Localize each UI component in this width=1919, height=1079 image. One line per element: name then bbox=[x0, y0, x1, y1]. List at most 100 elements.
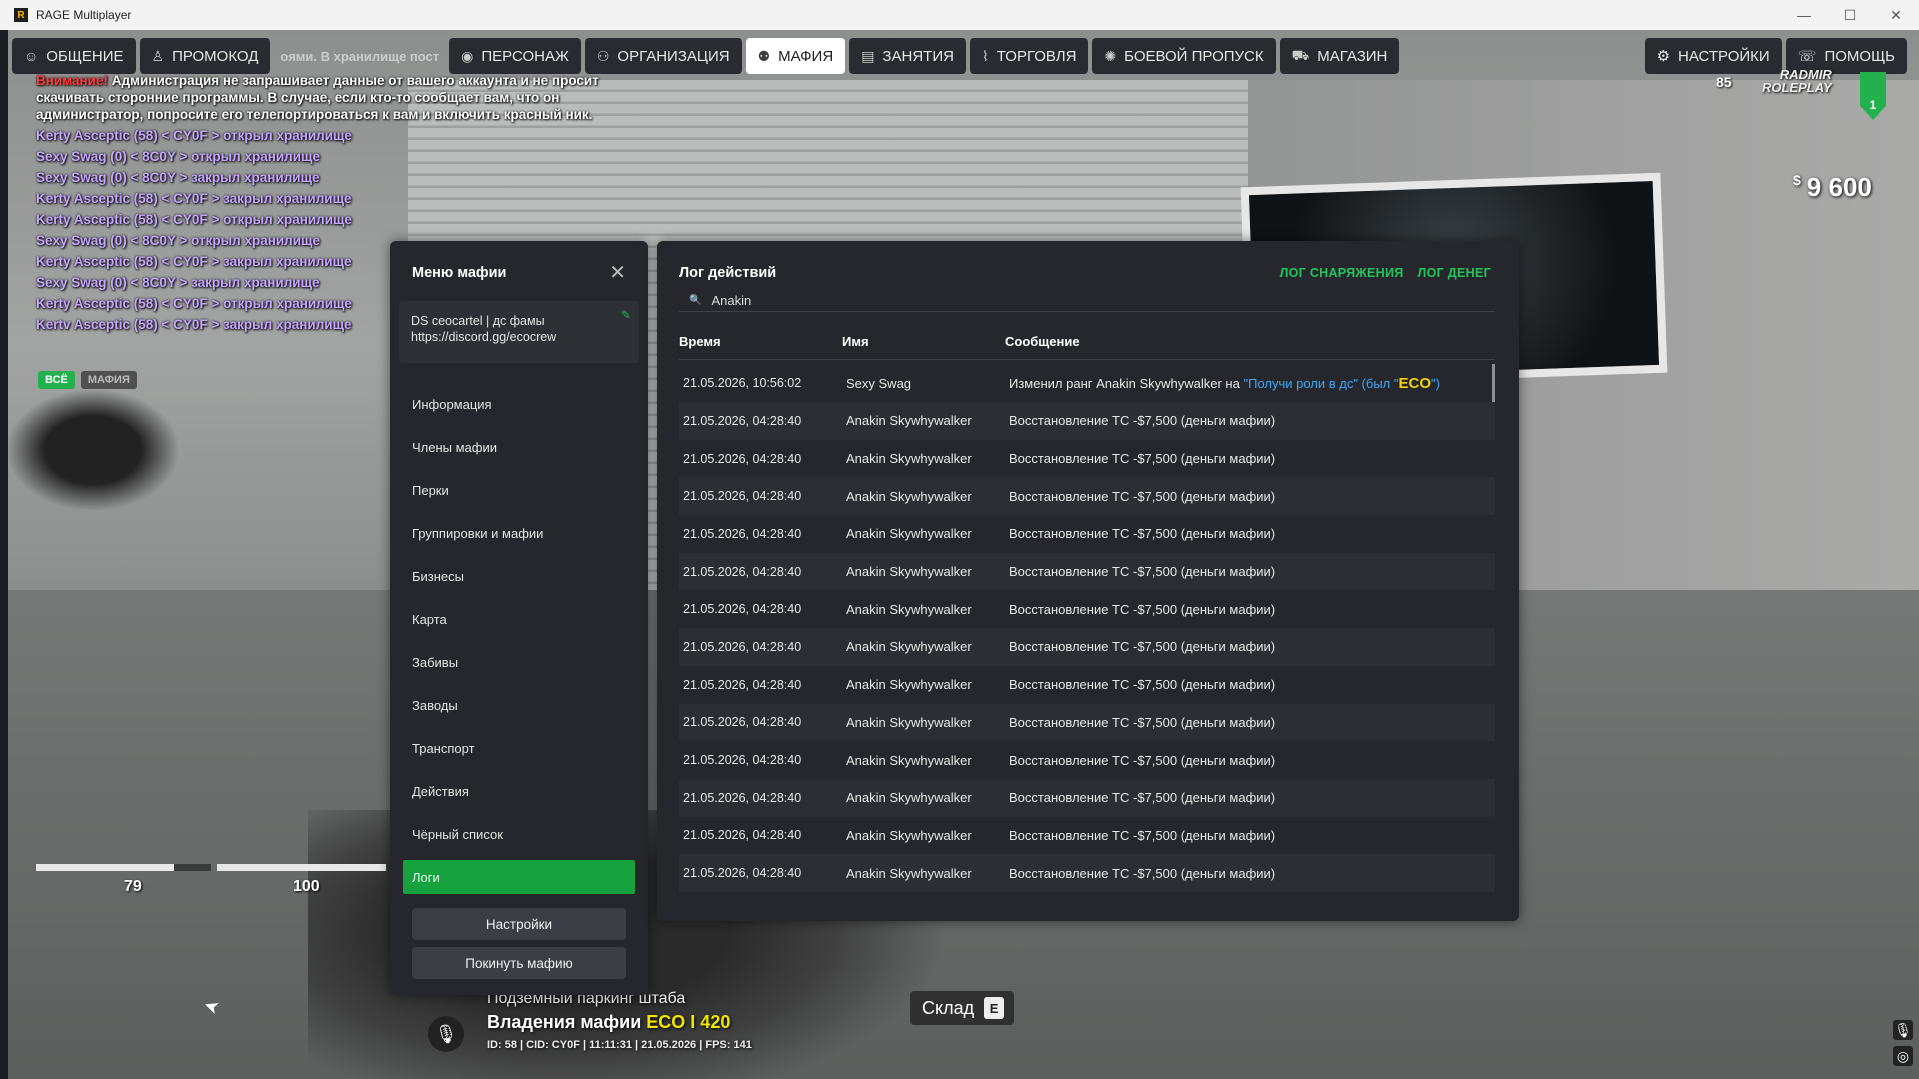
nav-activities[interactable]: ▤ ЗАНЯТИЯ bbox=[849, 38, 966, 74]
search-icon: 🔍 bbox=[689, 295, 702, 306]
money-log-link[interactable]: ЛОГ ДЕНЕГ bbox=[1418, 266, 1491, 280]
mafia-menu-panel: Меню мафии ✕ DS ceocartel | дс фамы http… bbox=[390, 241, 648, 995]
row-message: Восстановление ТС -$7,500 (деньги мафии) bbox=[1009, 714, 1276, 730]
log-table-body: 21.05.2026, 10:56:02 Sexy Swag Изменил р… bbox=[679, 364, 1495, 892]
menu-item-info[interactable]: Информация bbox=[390, 383, 648, 426]
row-message: Восстановление ТС -$7,500 (деньги мафии) bbox=[1009, 639, 1276, 655]
location-info: Подземный паркинг штаба Владения мафии E… bbox=[487, 990, 752, 1051]
chat-overlay-hint: оями. В хранилище пост bbox=[274, 38, 445, 74]
leave-mafia-button[interactable]: Покинуть мафию bbox=[412, 947, 626, 979]
money-display: $9 600 bbox=[1793, 172, 1872, 203]
menu-item-actions[interactable]: Действия bbox=[390, 770, 648, 813]
search-input[interactable] bbox=[711, 293, 1312, 308]
row-name: Anakin Skywhywalker bbox=[846, 639, 972, 655]
nav-label: ЗАНЯТИЯ bbox=[882, 47, 954, 65]
row-name: Anakin Skywhywalker bbox=[846, 601, 972, 617]
menu-item-businesses[interactable]: Бизнесы bbox=[390, 555, 648, 598]
chat-tab-all[interactable]: ВСЁ bbox=[38, 371, 75, 389]
warning-text: Администрация не запрашивает данные от в… bbox=[36, 73, 599, 122]
menu-item-perks[interactable]: Перки bbox=[390, 469, 648, 512]
menu-item-map[interactable]: Карта bbox=[390, 598, 648, 641]
row-time: 21.05.2026, 04:28:40 bbox=[683, 489, 802, 504]
row-message: Восстановление ТС -$7,500 (деньги мафии) bbox=[1009, 488, 1276, 504]
table-row: 21.05.2026, 04:28:40 Anakin Skywhywalker В… bbox=[679, 402, 1495, 440]
menu-item-blacklist[interactable]: Чёрный список bbox=[390, 813, 648, 856]
mafia-settings-button[interactable]: Настройки bbox=[412, 908, 626, 940]
nav-label: ПЕРСОНАЖ bbox=[481, 47, 569, 65]
voice-icon[interactable]: 🎙 bbox=[1893, 1020, 1913, 1040]
microphone-icon[interactable]: 🎙 bbox=[428, 1016, 464, 1052]
equipment-log-link[interactable]: ЛОГ СНАРЯЖЕНИЯ bbox=[1280, 266, 1404, 280]
settings-icon: ⚙ bbox=[1656, 48, 1671, 65]
row-name: Anakin Skywhywalker bbox=[846, 865, 972, 881]
server-logo: RADMIR ROLEPLAY bbox=[1762, 68, 1832, 94]
armor-bar-fill bbox=[217, 864, 386, 871]
table-row: 21.05.2026, 04:28:40 Anakin Skywhywalker В… bbox=[679, 590, 1495, 628]
help-icon: ☏ bbox=[1797, 48, 1817, 65]
nav-trade[interactable]: ⌇ ТОРГОВЛЯ bbox=[969, 38, 1089, 74]
table-row: 21.05.2026, 04:28:40 Anakin Skywhywalker В… bbox=[679, 703, 1495, 742]
row-message: Восстановление ТС -$7,500 (деньги мафии) bbox=[1009, 752, 1276, 768]
menu-item-members[interactable]: Члены мафии bbox=[390, 426, 648, 469]
storage-prompt[interactable]: Склад E bbox=[910, 991, 1015, 1025]
msg-prefix: Изменил ранг Anakin Skywhywalker на bbox=[1009, 375, 1244, 391]
storage-key: E bbox=[984, 997, 1005, 1019]
nav-promo[interactable]: ♙ ПРОМОКОД bbox=[139, 38, 271, 74]
menu-item-fights[interactable]: Забивы bbox=[390, 641, 648, 684]
log-links: ЛОГ СНАРЯЖЕНИЯ ЛОГ ДЕНЕГ bbox=[1280, 266, 1491, 280]
nav-character[interactable]: ◉ ПЕРСОНАЖ bbox=[449, 38, 581, 74]
row-message: Восстановление ТС -$7,500 (деньги мафии) bbox=[1009, 865, 1276, 881]
menu-item-groups[interactable]: Группировки и мафии bbox=[390, 512, 648, 555]
chat-line: Kerty Asceptic (58) < CY0F > закрыл хран… bbox=[36, 191, 352, 206]
close-icon[interactable]: ✕ bbox=[609, 263, 626, 283]
nav-shop[interactable]: ⛟ МАГАЗИН bbox=[1279, 38, 1400, 74]
user-circle-icon: ◉ bbox=[461, 47, 474, 64]
chat-icon: ☺ bbox=[24, 48, 39, 64]
table-row: 21.05.2026, 04:28:40 Anakin Skywhywalker В… bbox=[679, 741, 1495, 779]
chat-line: Sexy Swag (0) < 8C0Y > открыл хранилище bbox=[36, 149, 320, 164]
close-window-button[interactable]: ✕ bbox=[1873, 0, 1919, 30]
table-row: 21.05.2026, 04:28:40 Anakin Skywhywalker В… bbox=[679, 778, 1495, 817]
nav-label: ОРГАНИЗАЦИЯ bbox=[617, 47, 730, 65]
row-message: Восстановление ТС -$7,500 (деньги мафии) bbox=[1009, 677, 1276, 693]
table-row: 21.05.2026, 04:28:40 Anakin Skywhywalker В… bbox=[679, 552, 1495, 591]
row-time: 21.05.2026, 04:28:40 bbox=[683, 413, 802, 428]
currency-symbol: $ bbox=[1793, 172, 1801, 188]
health-bar bbox=[36, 864, 211, 871]
nav-label: ТОРГОВЛЯ bbox=[996, 47, 1077, 65]
table-row: 21.05.2026, 04:28:40 Anakin Skywhywalker В… bbox=[679, 666, 1495, 704]
hint-text: оями. В хранилище пост bbox=[280, 48, 440, 64]
table-row: 21.05.2026, 10:56:02 Sexy Swag Изменил р… bbox=[679, 364, 1495, 402]
target-icon[interactable]: ◎ bbox=[1893, 1046, 1913, 1066]
window-controls: — ☐ ✕ bbox=[1781, 0, 1919, 30]
nav-mafia[interactable]: ⚉ МАФИЯ bbox=[745, 38, 846, 74]
edit-icon[interactable]: ✎ bbox=[621, 307, 631, 323]
gear-badge-icon: ✺ bbox=[1104, 47, 1117, 64]
app-icon: R bbox=[14, 8, 28, 22]
table-row: 21.05.2026, 04:28:40 Anakin Skywhywalker В… bbox=[679, 515, 1495, 553]
nav-organization[interactable]: ⚇ ОРГАНИЗАЦИЯ bbox=[584, 38, 742, 74]
row-message: Восстановление ТС -$7,500 (деньги мафии) bbox=[1009, 413, 1276, 429]
nav-battle-pass[interactable]: ✺ БОЕВОЙ ПРОПУСК bbox=[1092, 38, 1276, 74]
minimize-button[interactable]: — bbox=[1781, 0, 1827, 30]
armor-value: 100 bbox=[293, 878, 320, 895]
top-navigation: ☺ ОБЩЕНИЕ ♙ ПРОМОКОД оями. В хранилище пос… bbox=[12, 38, 1400, 74]
chat-line: Kerty Asceptic (58) < CY0F > открыл хран… bbox=[36, 212, 352, 227]
maximize-button[interactable]: ☐ bbox=[1827, 0, 1873, 30]
row-time: 21.05.2026, 04:28:40 bbox=[683, 866, 802, 881]
row-time: 21.05.2026, 10:56:02 bbox=[683, 376, 802, 390]
window-title: RAGE Multiplayer bbox=[36, 8, 132, 22]
chart-icon: ⌇ bbox=[981, 47, 989, 64]
row-time: 21.05.2026, 04:28:40 bbox=[683, 790, 802, 805]
chat-warning: Внимание! Администрация не запрашивает д… bbox=[36, 72, 626, 123]
msg-old-rank: ECO bbox=[1398, 374, 1431, 392]
menu-item-logs[interactable]: Логи bbox=[403, 860, 635, 894]
mafia-menu-items: Информация Члены мафии Перки Группировки… bbox=[390, 383, 648, 894]
nav-chat[interactable]: ☺ ОБЩЕНИЕ bbox=[12, 38, 136, 74]
motd-line2: https://discord.gg/ecocrew bbox=[411, 330, 557, 344]
menu-item-transport[interactable]: Транспорт bbox=[390, 727, 648, 770]
chat-tab-mafia[interactable]: МАФИЯ bbox=[80, 371, 137, 389]
log-table-header: Время Имя Сообщение bbox=[679, 332, 1495, 360]
armor-bar bbox=[217, 864, 386, 871]
menu-item-factories[interactable]: Заводы bbox=[390, 684, 648, 727]
